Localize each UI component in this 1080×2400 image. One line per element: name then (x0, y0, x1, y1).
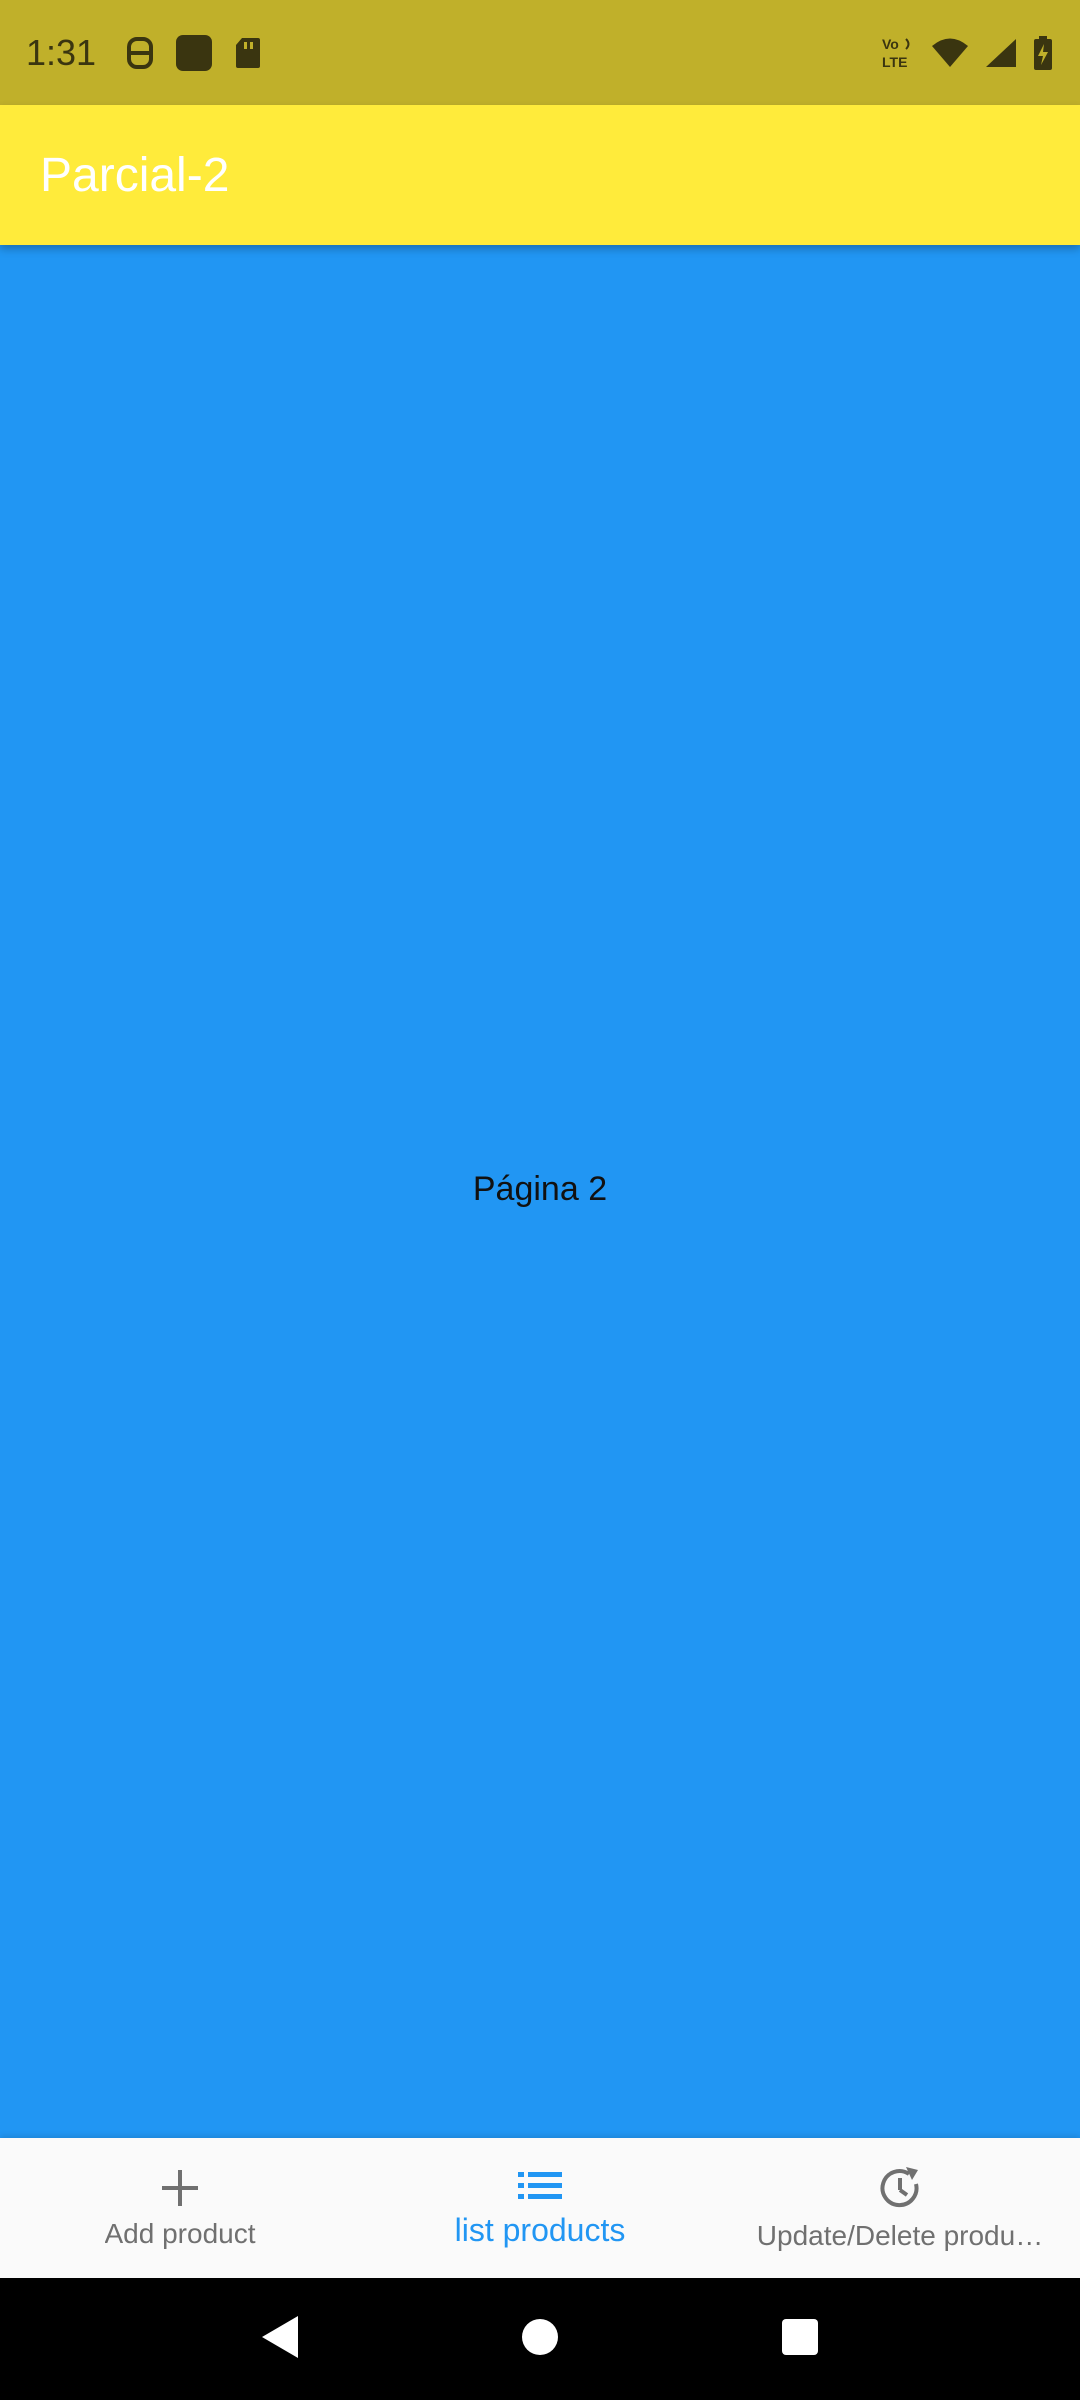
app-square-icon (174, 33, 214, 73)
nav-update-delete-product[interactable]: Update/Delete produ… (720, 2138, 1080, 2278)
home-button[interactable] (495, 2294, 585, 2384)
nav-label-list-products: list products (454, 2211, 626, 2248)
page-content: Página 2 (0, 245, 1080, 2138)
svg-text:LTE: LTE (882, 54, 907, 70)
sd-card-icon (234, 36, 262, 70)
app-bar: Parcial-2 (0, 105, 1080, 245)
app-title: Parcial-2 (40, 148, 230, 202)
svg-text:Vo: Vo (882, 36, 899, 52)
status-right: Vo LTE (882, 35, 1054, 71)
recents-button[interactable] (755, 2294, 845, 2384)
home-icon (520, 2317, 560, 2362)
signal-icon (984, 37, 1018, 69)
update-icon (876, 2164, 924, 2212)
nav-label-add-product: Add product (104, 2218, 256, 2249)
status-bar: 1:31 Vo LTE (0, 0, 1080, 105)
status-notification-icons (126, 33, 262, 73)
bottom-navigation: Add product list products Update/Delete … (0, 2138, 1080, 2278)
battery-charging-icon (1032, 35, 1054, 71)
system-navigation-bar (0, 2278, 1080, 2400)
status-time: 1:31 (26, 31, 97, 73)
back-button[interactable] (235, 2294, 325, 2384)
volte-icon: Vo LTE (882, 35, 916, 71)
nav-list-products[interactable]: list products (360, 2138, 720, 2278)
page-label: Página 2 (472, 1170, 608, 1208)
nav-label-update-delete-product: Update/Delete produ… (756, 2220, 1044, 2251)
recents-icon (780, 2317, 820, 2362)
wifi-icon (930, 37, 970, 69)
list-icon (516, 2168, 564, 2204)
status-left: 1:31 (26, 32, 262, 74)
back-icon (260, 2314, 300, 2365)
add-icon (158, 2166, 202, 2210)
carrier-app-icon (126, 36, 154, 70)
nav-add-product[interactable]: Add product (0, 2138, 360, 2278)
screen: 1:31 Vo LTE Parcial-2 Página 2 Add produ… (0, 0, 1080, 2400)
